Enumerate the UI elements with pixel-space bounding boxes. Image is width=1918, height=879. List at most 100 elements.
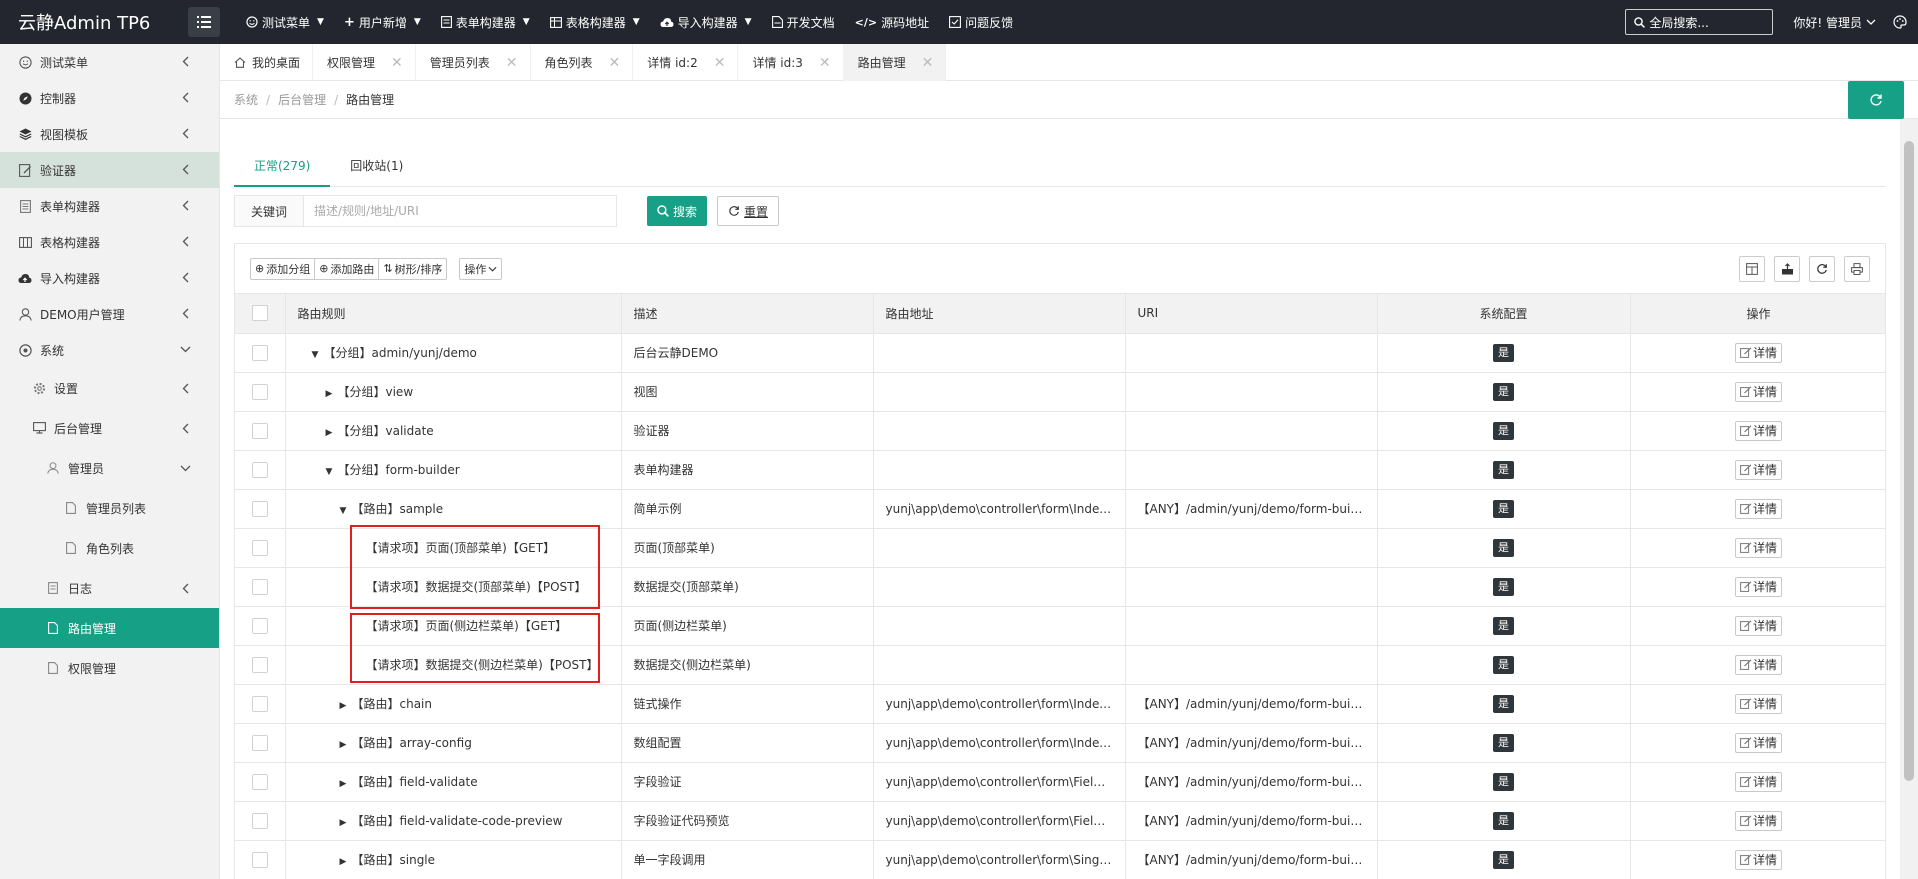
breadcrumb-item[interactable]: 系统: [234, 91, 258, 108]
export-button[interactable]: [1774, 256, 1800, 282]
table-row[interactable]: ▶ 【路由】single 单一字段调用 yunj\app\demo\controlle…: [235, 840, 1885, 879]
tab-detail-2[interactable]: 详情 id:2 ✕: [633, 44, 739, 81]
close-icon[interactable]: ✕: [714, 55, 726, 71]
table-row[interactable]: 【请求项】页面(顶部菜单)【GET】 页面(顶部菜单) 是 详情: [235, 528, 1885, 568]
column-filter-button[interactable]: [1739, 256, 1765, 282]
top-menu-source-code[interactable]: </> 源码地址: [845, 0, 939, 44]
row-checkbox[interactable]: [251, 500, 268, 517]
scrollbar-thumb[interactable]: [1904, 141, 1914, 781]
detail-button[interactable]: 详情: [1734, 849, 1782, 870]
top-menu-dev-docs[interactable]: 开发文档: [762, 0, 845, 44]
table-row[interactable]: 【请求项】页面(侧边栏菜单)【GET】 页面(侧边栏菜单) 是 详情: [235, 606, 1885, 646]
tree-expand-icon[interactable]: ▶: [340, 779, 352, 789]
sidebar-item-test-menu[interactable]: 测试菜单: [0, 44, 219, 80]
table-row[interactable]: ▼ 【分组】admin/yunj/demo 后台云静DEMO 是详情: [235, 333, 1885, 373]
tree-sort-button[interactable]: ⇅ 树形/排序: [378, 257, 448, 280]
table-row[interactable]: 【请求项】数据提交(侧边栏菜单)【POST】 数据提交(侧边栏菜单) 是 详情: [235, 645, 1885, 685]
top-menu-form-builder[interactable]: 表单构建器 ▼: [431, 0, 540, 44]
close-icon[interactable]: ✕: [609, 55, 621, 71]
tree-expand-icon[interactable]: ▶: [340, 857, 352, 867]
tree-expand-icon[interactable]: ▶: [340, 740, 352, 750]
row-checkbox[interactable]: [251, 734, 268, 751]
top-menu-table-builder[interactable]: 表格构建器 ▼: [540, 0, 650, 44]
print-button[interactable]: [1844, 256, 1870, 282]
row-checkbox[interactable]: [251, 344, 268, 361]
sidebar-item-admin-list[interactable]: 管理员列表: [0, 488, 219, 528]
detail-button[interactable]: 详情: [1734, 771, 1782, 792]
tab-permission-manage[interactable]: 权限管理 ✕: [313, 44, 416, 81]
tree-collapse-icon[interactable]: ▼: [312, 350, 324, 360]
table-row[interactable]: ▼ 【分组】form-builder 表单构建器是详情: [235, 450, 1885, 490]
sidebar-item-settings[interactable]: 设置: [0, 368, 219, 408]
table-row[interactable]: ▶ 【路由】array-config 数组配置 yunj\app\demo\contr…: [235, 723, 1885, 763]
row-checkbox[interactable]: [251, 695, 268, 712]
tree-expand-icon[interactable]: ▶: [340, 818, 352, 828]
row-checkbox[interactable]: [251, 656, 268, 673]
app-logo[interactable]: 云静Admin TP6: [0, 9, 180, 35]
table-row[interactable]: ▶ 【路由】field-validate 字段验证 yunj\app\demo\con…: [235, 762, 1885, 802]
row-checkbox[interactable]: [251, 773, 268, 790]
detail-button[interactable]: 详情: [1734, 537, 1782, 558]
top-menu-import-builder[interactable]: 导入构建器 ▼: [650, 0, 762, 44]
table-row[interactable]: ▶ 【路由】field-validate-code-preview 字段验证代码预览…: [235, 801, 1885, 841]
detail-button[interactable]: 详情: [1734, 342, 1782, 363]
table-row[interactable]: ▶ 【路由】chain 链式操作 yunj\app\demo\controller\f…: [235, 684, 1885, 724]
detail-button[interactable]: 详情: [1734, 654, 1782, 675]
sidebar-item-permission-manage[interactable]: 权限管理: [0, 648, 219, 688]
vertical-scrollbar[interactable]: [1900, 119, 1918, 879]
table-row[interactable]: ▶ 【分组】validate 验证器是详情: [235, 411, 1885, 451]
top-menu-test[interactable]: 测试菜单 ▼: [236, 0, 334, 44]
tree-collapse-icon[interactable]: ▼: [326, 467, 338, 477]
row-checkbox[interactable]: [251, 422, 268, 439]
table-row[interactable]: 【请求项】数据提交(顶部菜单)【POST】 数据提交(顶部菜单) 是 详情: [235, 567, 1885, 607]
tree-expand-icon[interactable]: ▶: [340, 701, 352, 711]
close-icon[interactable]: ✕: [922, 55, 934, 71]
sidebar-item-controller[interactable]: 控制器: [0, 80, 219, 116]
close-icon[interactable]: ✕: [506, 55, 518, 71]
search-button[interactable]: 搜索: [647, 196, 708, 226]
sidebar-item-system[interactable]: 系统: [0, 332, 219, 368]
detail-button[interactable]: 详情: [1734, 420, 1782, 441]
add-route-button[interactable]: ⊕ 添加路由: [314, 257, 379, 280]
tree-collapse-icon[interactable]: ▼: [340, 506, 352, 516]
sidebar-item-validator[interactable]: 验证器: [0, 152, 219, 188]
sidebar-item-admin[interactable]: 管理员: [0, 448, 219, 488]
tree-expand-icon[interactable]: ▶: [326, 428, 338, 438]
row-checkbox[interactable]: [251, 461, 268, 478]
tab-role-list[interactable]: 角色列表 ✕: [531, 44, 634, 81]
close-icon[interactable]: ✕: [819, 55, 831, 71]
tab-route-manage[interactable]: 路由管理 ✕: [843, 44, 947, 81]
tab-status-recycle[interactable]: 回收站(1): [330, 145, 423, 187]
theme-palette-button[interactable]: [1890, 12, 1910, 32]
sidebar-item-backend-manage[interactable]: 后台管理: [0, 408, 219, 448]
detail-button[interactable]: 详情: [1734, 381, 1782, 402]
sidebar-item-demo-user[interactable]: DEMO用户管理: [0, 296, 219, 332]
user-menu[interactable]: 你好! 管理员: [1793, 14, 1876, 31]
operations-dropdown[interactable]: 操作: [459, 257, 503, 280]
sidebar-item-role-list[interactable]: 角色列表: [0, 528, 219, 568]
sidebar-item-form-builder[interactable]: 表单构建器: [0, 188, 219, 224]
close-icon[interactable]: ✕: [391, 55, 403, 71]
top-menu-user-add[interactable]: + 用户新增 ▼: [334, 0, 431, 44]
detail-button[interactable]: 详情: [1734, 498, 1782, 519]
tab-status-normal[interactable]: 正常(279): [234, 145, 331, 187]
row-checkbox[interactable]: [251, 812, 268, 829]
tab-my-desktop[interactable]: 我的桌面: [220, 44, 314, 81]
sidebar-item-table-builder[interactable]: 表格构建器: [0, 224, 219, 260]
add-group-button[interactable]: ⊕ 添加分组: [250, 257, 315, 280]
breadcrumb-item[interactable]: 后台管理: [278, 91, 326, 108]
table-row[interactable]: ▼ 【路由】sample 简单示例 yunj\app\demo\controller\…: [235, 489, 1885, 529]
reset-button[interactable]: 重置: [717, 196, 780, 226]
detail-button[interactable]: 详情: [1734, 693, 1782, 714]
keyword-input[interactable]: [304, 195, 617, 227]
sidebar-item-route-manage[interactable]: 路由管理: [0, 608, 219, 648]
tab-admin-list[interactable]: 管理员列表 ✕: [416, 44, 531, 81]
row-checkbox[interactable]: [251, 851, 268, 868]
top-menu-feedback[interactable]: 问题反馈: [939, 0, 1023, 44]
sidebar-item-log[interactable]: 日志: [0, 568, 219, 608]
detail-button[interactable]: 详情: [1734, 576, 1782, 597]
detail-button[interactable]: 详情: [1734, 732, 1782, 753]
detail-button[interactable]: 详情: [1734, 810, 1782, 831]
row-checkbox[interactable]: [251, 578, 268, 595]
row-checkbox[interactable]: [251, 539, 268, 556]
